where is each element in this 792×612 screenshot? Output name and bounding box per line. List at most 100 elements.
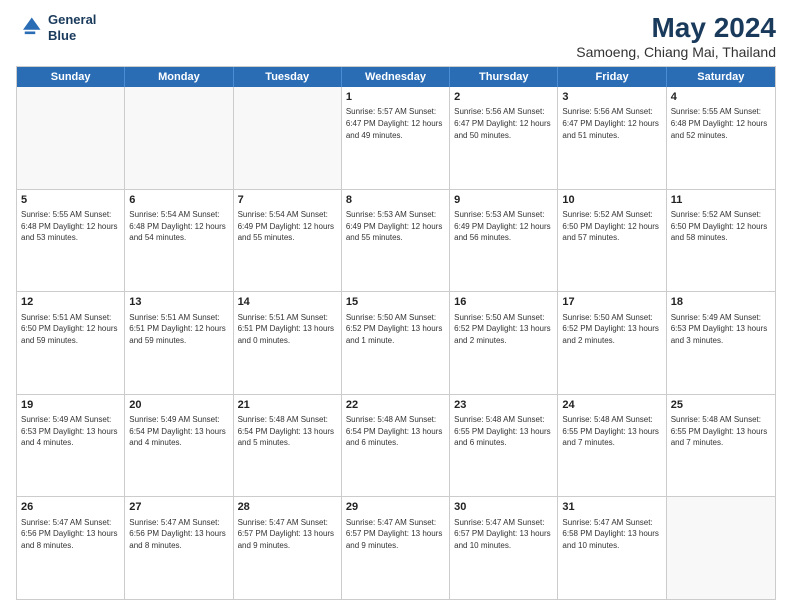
cell-date: 15 <box>346 295 445 310</box>
cell-content: Sunrise: 5:48 AM Sunset: 6:54 PM Dayligh… <box>346 414 445 449</box>
cell-date: 19 <box>21 398 120 413</box>
calendar-cell-3-0: 19Sunrise: 5:49 AM Sunset: 6:53 PM Dayli… <box>17 395 125 497</box>
cell-date: 31 <box>562 500 661 515</box>
calendar-cell-0-0 <box>17 87 125 189</box>
cell-content: Sunrise: 5:50 AM Sunset: 6:52 PM Dayligh… <box>562 312 661 347</box>
calendar-cell-4-2: 28 Sunrise: 5:47 AM Sunset: 6:57 PM Dayli… <box>234 497 342 599</box>
header: General Blue May 2024 Samoeng, Chiang Ma… <box>16 12 776 60</box>
calendar-cell-0-5: 3Sunrise: 5:56 AM Sunset: 6:47 PM Daylig… <box>558 87 666 189</box>
cell-date: 13 <box>129 295 228 310</box>
cell-content: Sunrise: 5:54 AM Sunset: 6:48 PM Dayligh… <box>129 209 228 244</box>
calendar-cell-2-4: 16Sunrise: 5:50 AM Sunset: 6:52 PM Dayli… <box>450 292 558 394</box>
cell-content: Sunrise: 5:47 AM Sunset: 6:57 PM Dayligh… <box>346 517 445 552</box>
calendar-cell-1-3: 8Sunrise: 5:53 AM Sunset: 6:49 PM Daylig… <box>342 190 450 292</box>
cell-content: Sunrise: 5:55 AM Sunset: 6:48 PM Dayligh… <box>21 209 120 244</box>
cell-content: Sunrise: 5:47 AM Sunset: 6:58 PM Dayligh… <box>562 517 661 552</box>
cell-content: Sunrise: 5:52 AM Sunset: 6:50 PM Dayligh… <box>671 209 771 244</box>
calendar-cell-2-6: 18 Sunrise: 5:49 AM Sunset: 6:53 PM Dayli… <box>667 292 775 394</box>
cell-date: 24 <box>562 398 661 413</box>
cell-date: 1 <box>346 90 445 105</box>
calendar-body: 1Sunrise: 5:57 AM Sunset: 6:47 PM Daylig… <box>17 87 775 599</box>
cell-content: Sunrise: 5:57 AM Sunset: 6:47 PM Dayligh… <box>346 106 445 141</box>
logo: General Blue <box>16 12 96 43</box>
cell-date: 20 <box>129 398 228 413</box>
calendar-row-2: 12Sunrise: 5:51 AM Sunset: 6:50 PM Dayli… <box>17 292 775 395</box>
cell-content: Sunrise: 5:54 AM Sunset: 6:49 PM Dayligh… <box>238 209 337 244</box>
calendar-cell-4-0: 26 Sunrise: 5:47 AM Sunset: 6:56 PM Dayli… <box>17 497 125 599</box>
calendar-row-3: 19Sunrise: 5:49 AM Sunset: 6:53 PM Dayli… <box>17 395 775 498</box>
calendar-cell-3-5: 24Sunrise: 5:48 AM Sunset: 6:55 PM Dayli… <box>558 395 666 497</box>
cell-content: Sunrise: 5:48 AM Sunset: 6:54 PM Dayligh… <box>238 414 337 449</box>
calendar-cell-0-6: 4Sunrise: 5:55 AM Sunset: 6:48 PM Daylig… <box>667 87 775 189</box>
calendar-cell-4-6 <box>667 497 775 599</box>
calendar-row-4: 26 Sunrise: 5:47 AM Sunset: 6:56 PM Dayli… <box>17 497 775 599</box>
day-header-wednesday: Wednesday <box>342 67 450 87</box>
title-block: May 2024 Samoeng, Chiang Mai, Thailand <box>576 12 776 60</box>
calendar-cell-1-0: 5Sunrise: 5:55 AM Sunset: 6:48 PM Daylig… <box>17 190 125 292</box>
cell-content: Sunrise: 5:47 AM Sunset: 6:56 PM Dayligh… <box>129 517 228 552</box>
cell-date: 17 <box>562 295 661 310</box>
calendar-cell-2-0: 12Sunrise: 5:51 AM Sunset: 6:50 PM Dayli… <box>17 292 125 394</box>
logo-icon <box>16 14 44 42</box>
day-header-saturday: Saturday <box>667 67 775 87</box>
logo-line1: General <box>48 12 96 27</box>
cell-content: Sunrise: 5:48 AM Sunset: 6:55 PM Dayligh… <box>454 414 553 449</box>
calendar: SundayMondayTuesdayWednesdayThursdayFrid… <box>16 66 776 600</box>
cell-date: 28 <box>238 500 337 515</box>
month-year: May 2024 <box>576 12 776 44</box>
calendar-cell-3-6: 25Sunrise: 5:48 AM Sunset: 6:55 PM Dayli… <box>667 395 775 497</box>
cell-content: Sunrise: 5:55 AM Sunset: 6:48 PM Dayligh… <box>671 106 771 141</box>
calendar-cell-0-2 <box>234 87 342 189</box>
cell-content: Sunrise: 5:50 AM Sunset: 6:52 PM Dayligh… <box>346 312 445 347</box>
cell-date: 4 <box>671 90 771 105</box>
cell-content: Sunrise: 5:49 AM Sunset: 6:53 PM Dayligh… <box>21 414 120 449</box>
cell-content: Sunrise: 5:52 AM Sunset: 6:50 PM Dayligh… <box>562 209 661 244</box>
cell-date: 2 <box>454 90 553 105</box>
cell-content: Sunrise: 5:47 AM Sunset: 6:57 PM Dayligh… <box>454 517 553 552</box>
cell-date: 6 <box>129 193 228 208</box>
cell-content: Sunrise: 5:47 AM Sunset: 6:56 PM Dayligh… <box>21 517 120 552</box>
calendar-cell-1-2: 7Sunrise: 5:54 AM Sunset: 6:49 PM Daylig… <box>234 190 342 292</box>
calendar-cell-2-2: 14Sunrise: 5:51 AM Sunset: 6:51 PM Dayli… <box>234 292 342 394</box>
calendar-cell-1-1: 6Sunrise: 5:54 AM Sunset: 6:48 PM Daylig… <box>125 190 233 292</box>
calendar-cell-2-5: 17 Sunrise: 5:50 AM Sunset: 6:52 PM Dayli… <box>558 292 666 394</box>
cell-date: 26 <box>21 500 120 515</box>
calendar-cell-4-3: 29 Sunrise: 5:47 AM Sunset: 6:57 PM Dayli… <box>342 497 450 599</box>
calendar-cell-1-4: 9Sunrise: 5:53 AM Sunset: 6:49 PM Daylig… <box>450 190 558 292</box>
cell-content: Sunrise: 5:48 AM Sunset: 6:55 PM Dayligh… <box>671 414 771 449</box>
calendar-cell-2-1: 13 Sunrise: 5:51 AM Sunset: 6:51 PM Dayli… <box>125 292 233 394</box>
cell-content: Sunrise: 5:50 AM Sunset: 6:52 PM Dayligh… <box>454 312 553 347</box>
page: General Blue May 2024 Samoeng, Chiang Ma… <box>0 0 792 612</box>
calendar-cell-3-1: 20Sunrise: 5:49 AM Sunset: 6:54 PM Dayli… <box>125 395 233 497</box>
cell-date: 18 <box>671 295 771 310</box>
cell-date: 29 <box>346 500 445 515</box>
day-header-friday: Friday <box>558 67 666 87</box>
cell-content: Sunrise: 5:48 AM Sunset: 6:55 PM Dayligh… <box>562 414 661 449</box>
cell-content: Sunrise: 5:51 AM Sunset: 6:51 PM Dayligh… <box>129 312 228 347</box>
calendar-cell-0-4: 2Sunrise: 5:56 AM Sunset: 6:47 PM Daylig… <box>450 87 558 189</box>
cell-content: Sunrise: 5:49 AM Sunset: 6:53 PM Dayligh… <box>671 312 771 347</box>
cell-date: 22 <box>346 398 445 413</box>
cell-date: 8 <box>346 193 445 208</box>
cell-content: Sunrise: 5:51 AM Sunset: 6:50 PM Dayligh… <box>21 312 120 347</box>
cell-content: Sunrise: 5:47 AM Sunset: 6:57 PM Dayligh… <box>238 517 337 552</box>
cell-date: 11 <box>671 193 771 208</box>
cell-content: Sunrise: 5:56 AM Sunset: 6:47 PM Dayligh… <box>454 106 553 141</box>
calendar-cell-4-5: 31 Sunrise: 5:47 AM Sunset: 6:58 PM Dayli… <box>558 497 666 599</box>
cell-date: 21 <box>238 398 337 413</box>
cell-date: 10 <box>562 193 661 208</box>
calendar-cell-3-4: 23Sunrise: 5:48 AM Sunset: 6:55 PM Dayli… <box>450 395 558 497</box>
calendar-row-1: 5Sunrise: 5:55 AM Sunset: 6:48 PM Daylig… <box>17 190 775 293</box>
calendar-cell-3-2: 21Sunrise: 5:48 AM Sunset: 6:54 PM Dayli… <box>234 395 342 497</box>
cell-date: 25 <box>671 398 771 413</box>
calendar-cell-4-4: 30Sunrise: 5:47 AM Sunset: 6:57 PM Dayli… <box>450 497 558 599</box>
calendar-cell-3-3: 22Sunrise: 5:48 AM Sunset: 6:54 PM Dayli… <box>342 395 450 497</box>
day-header-thursday: Thursday <box>450 67 558 87</box>
location: Samoeng, Chiang Mai, Thailand <box>576 44 776 60</box>
cell-content: Sunrise: 5:49 AM Sunset: 6:54 PM Dayligh… <box>129 414 228 449</box>
day-header-sunday: Sunday <box>17 67 125 87</box>
cell-date: 5 <box>21 193 120 208</box>
cell-date: 9 <box>454 193 553 208</box>
cell-date: 3 <box>562 90 661 105</box>
logo-text: General Blue <box>48 12 96 43</box>
